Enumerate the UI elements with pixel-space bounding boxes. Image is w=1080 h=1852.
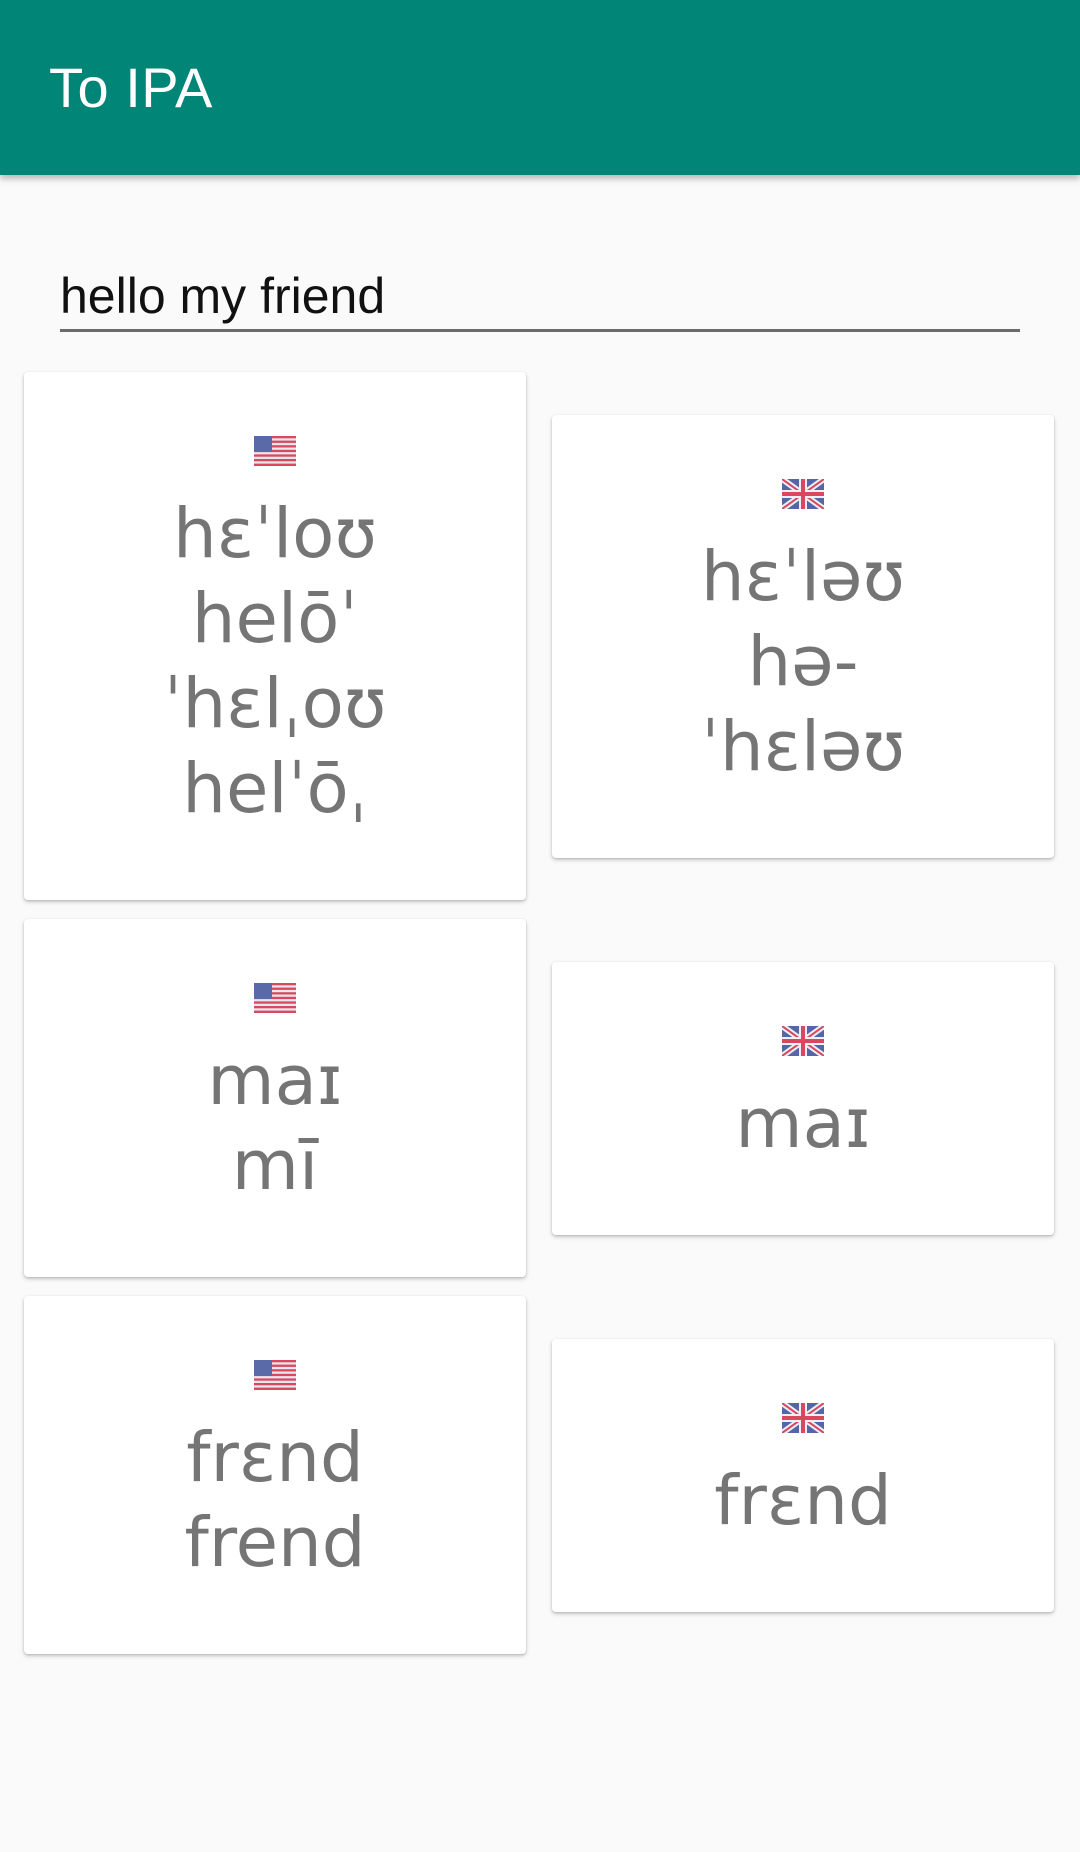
search-input[interactable]	[60, 262, 1020, 332]
ipa-pronunciation: helōˈ	[191, 579, 359, 659]
ipa-pronunciation: maɪ	[735, 1084, 871, 1164]
ipa-card-uk-hello: hɛˈləʊ hə- ˈhɛləʊ	[552, 415, 1054, 858]
us-flag-icon	[254, 1360, 296, 1390]
us-flag-icon	[254, 983, 296, 1013]
ipa-card-us-my: maɪ mī	[24, 919, 526, 1277]
ipa-pronunciation: helˈōˌ	[182, 749, 368, 829]
ipa-pronunciation: maɪ	[207, 1041, 343, 1121]
us-flag-icon	[254, 436, 296, 466]
ipa-pronunciation: ˈhɛlˌoʊ	[163, 664, 387, 744]
uk-flag-icon	[782, 1403, 824, 1433]
uk-flag-icon	[782, 479, 824, 509]
ipa-pronunciation: hɛˈloʊ	[172, 494, 377, 574]
app-title: To IPA	[49, 56, 213, 119]
ipa-card-uk-my: maɪ	[552, 962, 1054, 1235]
ipa-pronunciation: frend	[184, 1503, 366, 1583]
ipa-pronunciation: frɛnd	[714, 1461, 892, 1541]
search-field-container	[60, 262, 1020, 336]
ipa-pronunciation: hə-	[747, 622, 859, 702]
uk-flag-icon	[782, 1026, 824, 1056]
ipa-card-us-hello: hɛˈloʊ helōˈ ˈhɛlˌoʊ helˈōˌ	[24, 372, 526, 900]
ipa-pronunciation: mī	[231, 1126, 319, 1206]
app-bar: To IPA	[0, 0, 1080, 175]
ipa-pronunciation: hɛˈləʊ	[700, 537, 906, 617]
ipa-card-uk-friend: frɛnd	[552, 1339, 1054, 1612]
ipa-card-us-friend: frɛnd frend	[24, 1296, 526, 1654]
ipa-pronunciation: ˈhɛləʊ	[700, 707, 906, 787]
ipa-pronunciation: frɛnd	[186, 1418, 364, 1498]
